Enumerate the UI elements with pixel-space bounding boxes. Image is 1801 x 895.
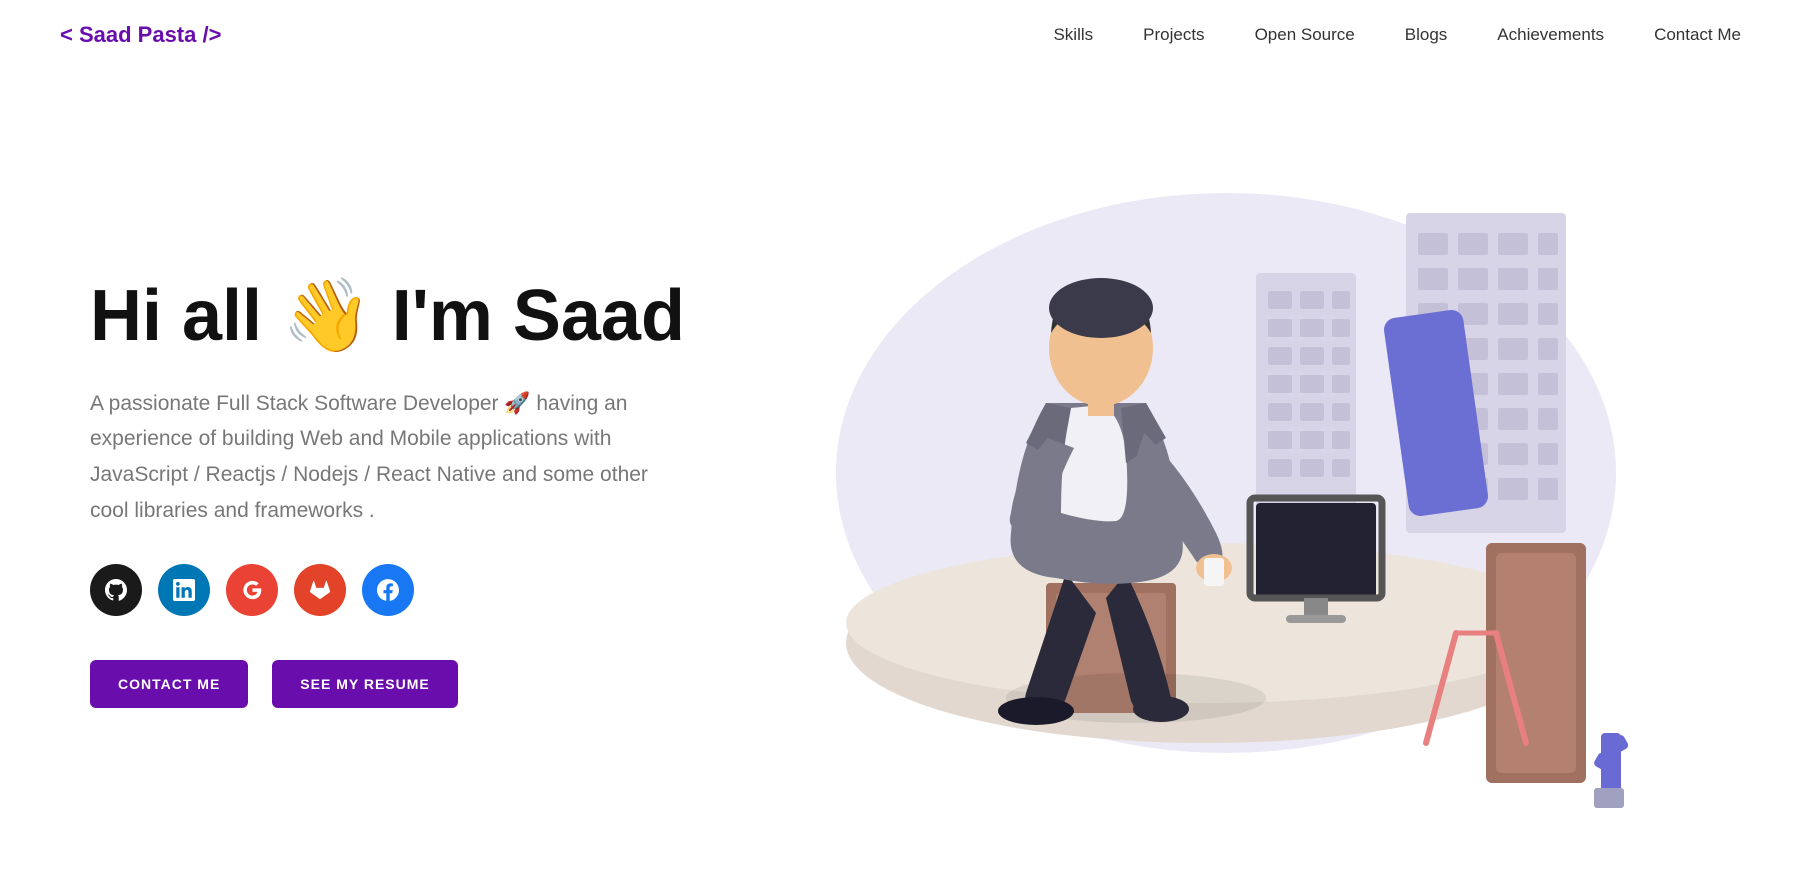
nav-links: Skills Projects Open Source Blogs Achiev…	[1053, 25, 1741, 45]
hero-illustration	[710, 133, 1741, 853]
nav-link-projects[interactable]: Projects	[1143, 25, 1204, 44]
hero-title: Hi all 👋 I'm Saad	[90, 277, 710, 356]
hero-description: A passionate Full Stack Software Develop…	[90, 386, 670, 529]
nav-link-achievements[interactable]: Achievements	[1497, 25, 1604, 44]
nav-link-blogs[interactable]: Blogs	[1405, 25, 1448, 44]
linkedin-icon	[173, 579, 195, 601]
nav-link-contact[interactable]: Contact Me	[1654, 25, 1741, 44]
nav-logo[interactable]: < Saad Pasta />	[60, 22, 221, 48]
gitlab-icon	[309, 579, 331, 601]
cta-buttons: CONTACT ME SEE MY RESUME	[90, 660, 710, 708]
social-linkedin-button[interactable]	[158, 564, 210, 616]
hero-section: Hi all 👋 I'm Saad A passionate Full Stac…	[0, 70, 1801, 895]
google-icon	[241, 579, 263, 601]
hero-svg-illustration	[776, 153, 1676, 833]
see-resume-button[interactable]: SEE MY RESUME	[272, 660, 457, 708]
navbar: < Saad Pasta /> Skills Projects Open Sou…	[0, 0, 1801, 70]
nav-link-skills[interactable]: Skills	[1053, 25, 1093, 44]
social-github-button[interactable]	[90, 564, 142, 616]
contact-me-button[interactable]: CONTACT ME	[90, 660, 248, 708]
social-facebook-button[interactable]	[362, 564, 414, 616]
hero-content: Hi all 👋 I'm Saad A passionate Full Stac…	[90, 277, 710, 709]
nav-link-opensource[interactable]: Open Source	[1255, 25, 1355, 44]
social-icons-group	[90, 564, 710, 616]
social-gitlab-button[interactable]	[294, 564, 346, 616]
facebook-icon	[377, 579, 399, 601]
social-google-button[interactable]	[226, 564, 278, 616]
illustration-wrapper	[776, 153, 1676, 833]
github-icon	[105, 579, 127, 601]
